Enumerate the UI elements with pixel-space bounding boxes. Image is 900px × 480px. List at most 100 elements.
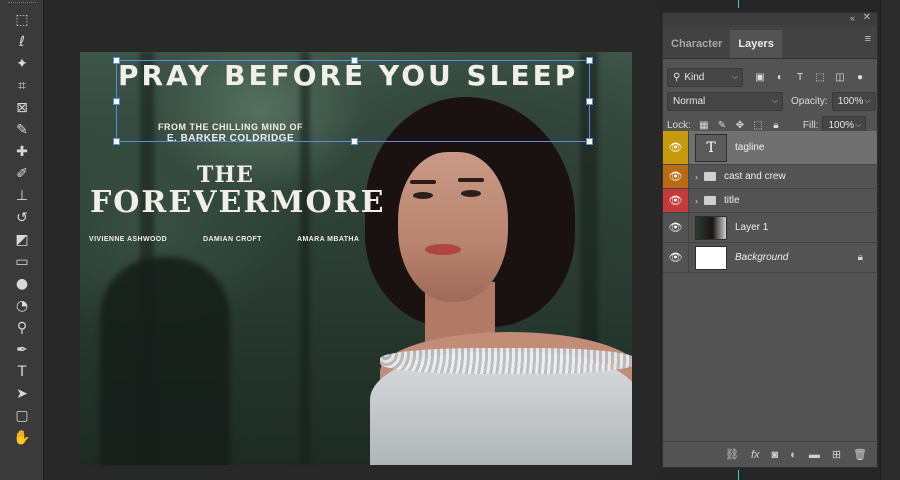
fx-icon[interactable]: fx <box>751 449 760 461</box>
filter-kind-select[interactable]: ⚲ Kind ⌵ <box>667 67 743 87</box>
layer-layer-1[interactable]: 👁︎ Layer 1 <box>663 213 877 243</box>
canvas-area[interactable]: PRAY BEFORE YOU SLEEP FROM THE CHILLING … <box>44 0 660 480</box>
lock-image-icon[interactable]: ✎ <box>715 118 729 132</box>
lasso-icon[interactable]: ℓ <box>10 32 34 52</box>
fill-value: 100% <box>828 119 855 131</box>
adjustment-icon[interactable]: ◐ <box>790 449 797 461</box>
crop-icon[interactable]: ⌗ <box>10 76 34 96</box>
zoom-icon[interactable]: ⚲ <box>10 318 34 338</box>
eyedropper-icon[interactable]: ✎ <box>10 120 34 140</box>
adjustment-filter-icon[interactable]: ◐ <box>773 70 787 84</box>
guide-line <box>738 0 739 8</box>
new-group-icon[interactable]: ▬ <box>809 449 820 461</box>
folder-icon <box>704 172 716 181</box>
lock-label: Lock: <box>667 119 691 131</box>
transform-handle-bc[interactable] <box>351 138 358 145</box>
panel-menu-icon[interactable]: ≡ <box>865 33 871 45</box>
filter-row: ⚲ Kind ⌵ ▣ ◐ T ⬚ ◫ ● <box>663 65 877 89</box>
woman-face <box>398 152 508 302</box>
dodge-icon[interactable]: ◔ <box>10 296 34 316</box>
hand-icon[interactable]: ✋ <box>10 428 34 448</box>
image-layer-thumbnail <box>695 215 727 240</box>
layer-title[interactable]: 👁︎ › title <box>663 189 877 213</box>
layer-name[interactable]: Background <box>735 252 788 263</box>
woman-lips <box>425 244 461 255</box>
lock-position-icon[interactable]: ✥ <box>733 118 747 132</box>
lock-artboard-icon[interactable]: ⬚ <box>751 118 765 132</box>
shape-filter-icon[interactable]: ⬚ <box>813 70 827 84</box>
transform-handle-bl[interactable] <box>113 138 120 145</box>
close-panel-icon[interactable]: ✕ <box>863 12 871 23</box>
visibility-eye-icon[interactable]: 👁︎ <box>663 213 689 242</box>
expand-chevron-icon[interactable]: › <box>695 172 698 182</box>
transform-bounding-box[interactable] <box>113 57 593 145</box>
gradient-icon[interactable]: ▭ <box>10 252 34 272</box>
magic-wand-icon[interactable]: ✦ <box>10 54 34 74</box>
transform-handle-ml[interactable] <box>113 98 120 105</box>
rectangle-shape-icon[interactable]: ▢ <box>10 406 34 426</box>
healing-brush-icon[interactable]: ✚ <box>10 142 34 162</box>
transform-handle-mr[interactable] <box>586 98 593 105</box>
text-layer-thumb-icon: T <box>695 133 727 162</box>
layer-cast-and-crew[interactable]: 👁︎ › cast and crew <box>663 165 877 189</box>
document-canvas[interactable]: PRAY BEFORE YOU SLEEP FROM THE CHILLING … <box>80 52 632 465</box>
layers-panel-footer: ⛓ fx ◙ ◐ ▬ ⊞ 🗑︎ <box>663 441 877 467</box>
layers-panel: « ✕ Character Layers ≡ ⚲ Kind ⌵ ▣ ◐ T ⬚ … <box>662 12 878 468</box>
tab-layers[interactable]: Layers <box>730 30 782 58</box>
mask-icon[interactable]: ◙ <box>772 449 779 461</box>
eraser-icon[interactable]: ◩ <box>10 230 34 250</box>
visibility-eye-icon[interactable]: 👁︎ <box>663 189 689 212</box>
woman-eye <box>413 192 433 199</box>
transform-handle-tr[interactable] <box>586 57 593 64</box>
layer-name[interactable]: tagline <box>735 142 764 153</box>
layer-background[interactable]: 👁︎ Background 🔒︎ <box>663 243 877 273</box>
lock-transparent-icon[interactable]: ▦ <box>697 118 711 132</box>
tab-character[interactable]: Character <box>663 30 730 58</box>
layer-tagline[interactable]: 👁︎ T tagline <box>663 131 877 165</box>
trash-icon[interactable]: 🗑︎ <box>853 448 867 461</box>
transform-handle-tl[interactable] <box>113 57 120 64</box>
brush-icon[interactable]: ✐ <box>10 164 34 184</box>
woman-brow <box>410 180 436 184</box>
opacity-label: Opacity: <box>791 95 828 107</box>
transform-handle-br[interactable] <box>586 138 593 145</box>
cast-name-2: DAMIAN CROFT <box>203 236 262 243</box>
cast-name-3: AMARA MBATHA <box>297 236 360 243</box>
transform-handle-tc[interactable] <box>351 57 358 64</box>
path-select-icon[interactable]: ➤ <box>10 384 34 404</box>
hooded-figure <box>100 257 230 465</box>
blend-mode-select[interactable]: Normal ⌵ <box>667 91 783 111</box>
rect-marquee-icon[interactable]: ⬚ <box>10 10 34 30</box>
panel-tabs: Character Layers ≡ <box>663 25 877 59</box>
chevron-down-icon: ⌵ <box>731 72 738 81</box>
pixel-filter-icon[interactable]: ▣ <box>753 70 767 84</box>
pen-icon[interactable]: ✒ <box>10 340 34 360</box>
lock-all-icon[interactable]: 🔒︎ <box>769 118 783 132</box>
type-filter-icon[interactable]: T <box>793 70 807 84</box>
link-icon[interactable]: ⛓ <box>725 448 739 461</box>
opacity-field[interactable]: 100% ⌵ <box>831 91 876 111</box>
smart-object-filter-icon[interactable]: ◫ <box>833 70 847 84</box>
woman-eye <box>461 190 481 197</box>
expand-chevron-icon[interactable]: › <box>695 196 698 206</box>
clone-stamp-icon[interactable]: ⊥ <box>10 186 34 206</box>
new-layer-icon[interactable]: ⊞ <box>832 448 841 461</box>
collapse-panel-icon[interactable]: « <box>850 13 855 23</box>
layer-name[interactable]: Layer 1 <box>735 222 768 233</box>
blur-icon[interactable]: ● <box>10 274 34 294</box>
lock-icon[interactable]: 🔒︎ <box>858 252 863 263</box>
visibility-eye-icon[interactable]: 👁︎ <box>663 131 689 164</box>
chevron-down-icon: ⌵ <box>771 96 778 105</box>
visibility-eye-icon[interactable]: 👁︎ <box>663 165 689 188</box>
type-icon[interactable]: T <box>10 362 34 382</box>
visibility-eye-icon[interactable]: 👁︎ <box>663 243 689 272</box>
filter-toggle-icon[interactable]: ● <box>853 70 867 84</box>
title-main: FOREVERMORE <box>90 185 386 220</box>
toolbar-grip[interactable] <box>8 2 36 6</box>
layer-name[interactable]: cast and crew <box>724 171 786 182</box>
history-brush-icon[interactable]: ↺ <box>10 208 34 228</box>
layer-name[interactable]: title <box>724 195 740 206</box>
frame-icon[interactable]: ⊠ <box>10 98 34 118</box>
guide-line <box>738 470 739 480</box>
photoshop-window: ⬚ ℓ ✦ ⌗ ⊠ ✎ ✚ ✐ ⊥ ↺ ◩ ▭ ● ◔ ⚲ ✒ T ➤ ▢ ✋ PRAY BEFORE YOU SLE… <box>0 0 900 480</box>
